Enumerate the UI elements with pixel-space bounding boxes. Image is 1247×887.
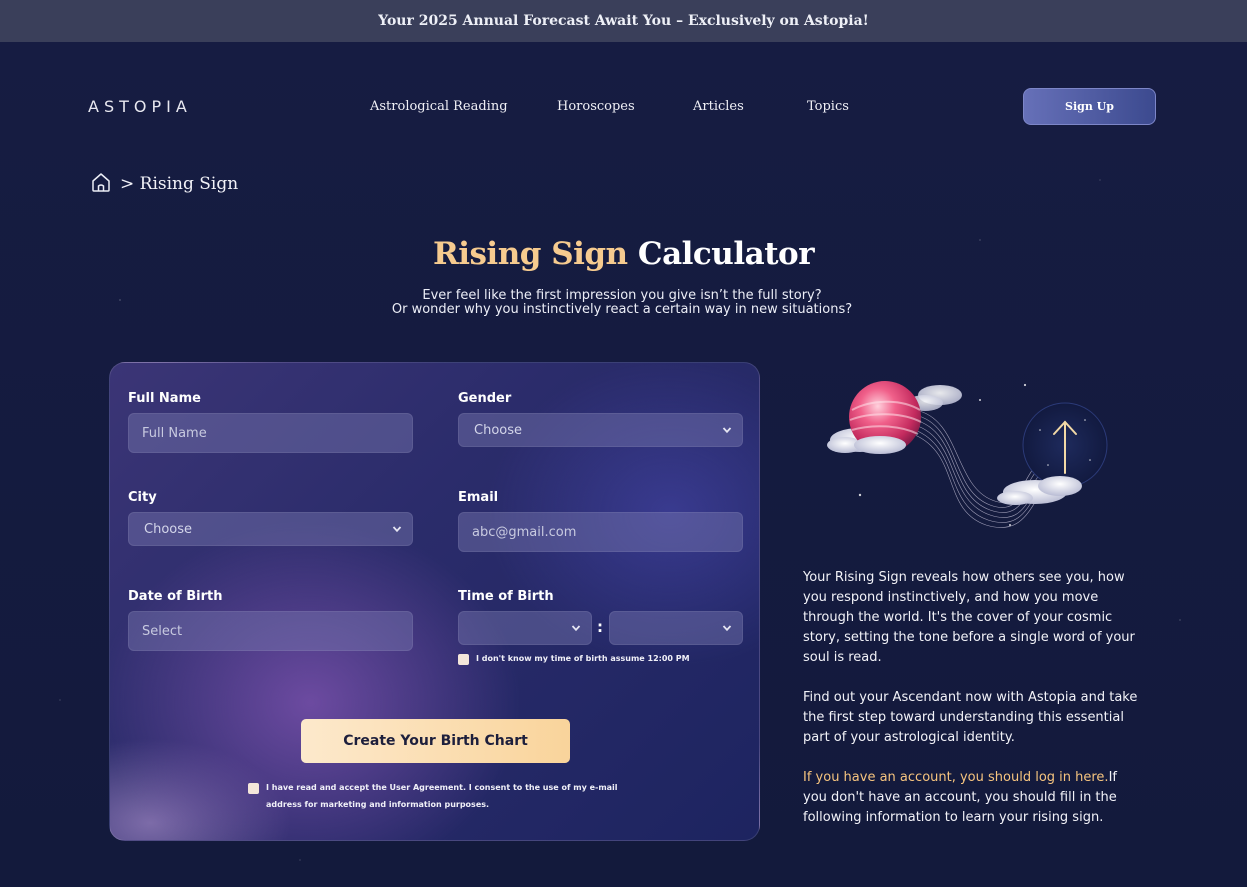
rising-sign-illustration — [820, 370, 1120, 540]
nav-item-articles[interactable]: Articles — [693, 99, 744, 114]
subtitle-line-2: Or wonder why you instinctively react a … — [391, 302, 853, 317]
breadcrumb-current: > Rising Sign — [120, 174, 239, 194]
gender-label: Gender — [458, 391, 512, 406]
city-select[interactable]: Choose — [128, 512, 413, 546]
agreement-checkbox[interactable] — [248, 783, 259, 794]
title-rest: Calculator — [637, 236, 815, 272]
create-birth-chart-button[interactable]: Create Your Birth Chart — [301, 719, 570, 763]
birth-hour-select[interactable] — [458, 611, 592, 645]
chevron-down-icon — [571, 625, 581, 632]
date-of-birth-input[interactable]: Select — [128, 611, 413, 651]
city-select-value: Choose — [144, 521, 192, 537]
chevron-down-icon — [722, 625, 732, 632]
agreement-text: I have read and accept the User Agreemen… — [266, 779, 618, 813]
gender-select[interactable]: Choose — [458, 413, 743, 447]
birth-minute-select[interactable] — [609, 611, 743, 645]
full-name-label: Full Name — [128, 391, 201, 406]
top-banner[interactable]: Your 2025 Annual Forecast Await You – Ex… — [0, 0, 1247, 42]
login-link[interactable]: If you have an account, you should log i… — [803, 770, 1109, 785]
time-separator: : — [597, 618, 603, 636]
nav-item-astrological-reading[interactable]: Astrological Reading — [370, 99, 508, 114]
page-subtitle: Ever feel like the first impression you … — [0, 289, 1244, 317]
nav-item-topics[interactable]: Topics — [807, 99, 849, 114]
gender-select-value: Choose — [474, 422, 522, 438]
time-of-birth-label: Time of Birth — [458, 589, 554, 604]
sign-up-button[interactable]: Sign Up — [1023, 88, 1156, 125]
agreement-line-1: I have read and accept the User Agreemen… — [266, 783, 618, 792]
date-of-birth-label: Date of Birth — [128, 589, 223, 604]
unknown-time-label: I don't know my time of birth assume 12:… — [476, 654, 690, 663]
breadcrumb: > Rising Sign — [90, 171, 238, 197]
full-name-input[interactable]: Full Name — [128, 413, 413, 453]
city-label: City — [128, 490, 157, 505]
page-title: Rising Sign Calculator — [0, 236, 1247, 272]
birth-chart-form: Full Name Full Name Gender Choose City C… — [109, 362, 760, 841]
email-input[interactable]: abc@gmail.com — [458, 512, 743, 552]
info-paragraph-1: Your Rising Sign reveals how others see … — [803, 570, 1135, 665]
unknown-time-checkbox[interactable] — [458, 654, 469, 665]
email-label: Email — [458, 490, 499, 505]
chevron-down-icon — [722, 427, 732, 434]
chevron-down-icon — [392, 526, 402, 533]
agreement-line-2: address for marketing and information pu… — [266, 800, 490, 809]
nav-item-horoscopes[interactable]: Horoscopes — [557, 99, 635, 114]
title-highlight: Rising Sign — [432, 236, 628, 272]
info-paragraph-2: Find out your Ascendant now with Astopia… — [803, 690, 1138, 745]
info-paragraph-3: If you have an account, you should log i… — [803, 768, 1143, 828]
subtitle-line-1: Ever feel like the first impression you … — [422, 288, 822, 303]
home-icon[interactable] — [90, 171, 112, 197]
